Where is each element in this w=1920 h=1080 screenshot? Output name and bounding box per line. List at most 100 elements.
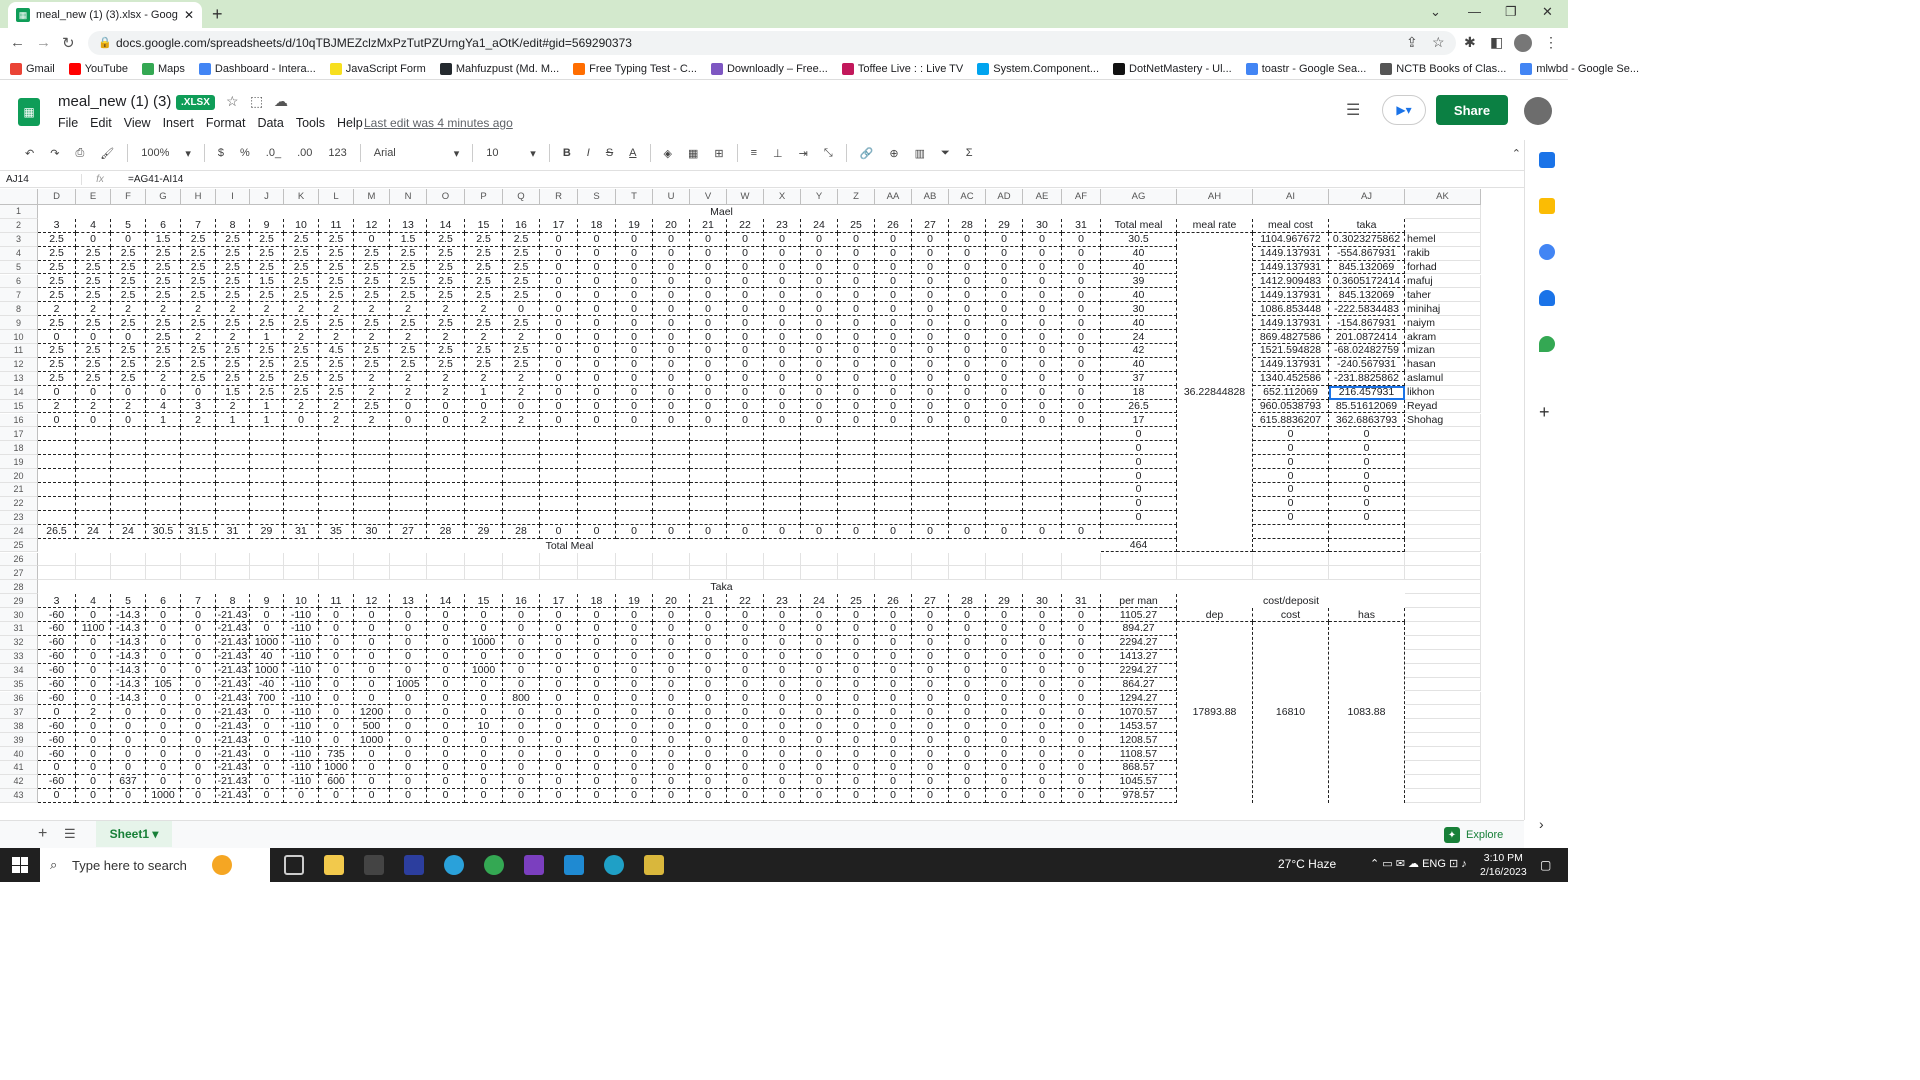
cell-t41[interactable]: 0 <box>616 761 653 775</box>
cell-i41[interactable]: -21.43 <box>216 761 250 775</box>
cell-s9[interactable]: 0 <box>578 316 616 331</box>
cell-ae13[interactable]: 0 <box>1023 371 1062 386</box>
cell-z35[interactable]: 0 <box>838 677 875 692</box>
cell-af40[interactable]: 0 <box>1062 747 1101 761</box>
cell-k41[interactable]: -110 <box>284 761 319 775</box>
cell-aa29[interactable]: 26 <box>875 594 912 609</box>
cell-k19[interactable] <box>284 455 319 470</box>
cell-j3[interactable]: 2.5 <box>250 232 284 247</box>
cell-m27[interactable] <box>354 566 390 581</box>
cell-k3[interactable]: 2.5 <box>284 232 319 247</box>
cell-ac27[interactable] <box>949 566 986 581</box>
cell-ae17[interactable] <box>1023 427 1062 442</box>
cell-g2[interactable]: 6 <box>146 218 181 233</box>
cell-v42[interactable]: 0 <box>690 774 727 789</box>
cell-i24[interactable]: 31 <box>216 524 250 539</box>
cell-w21[interactable] <box>727 483 764 497</box>
cell-z24[interactable]: 0 <box>838 524 875 539</box>
cell-x11[interactable]: 0 <box>764 344 801 358</box>
cell-ae8[interactable]: 0 <box>1023 302 1062 317</box>
cell-f33[interactable]: -14.3 <box>111 649 146 664</box>
cell-n16[interactable]: 0 <box>390 413 427 428</box>
cell-g5[interactable]: 2.5 <box>146 260 181 275</box>
cell-af41[interactable]: 0 <box>1062 761 1101 775</box>
cell-y9[interactable]: 0 <box>801 316 838 331</box>
cell-w9[interactable]: 0 <box>727 316 764 331</box>
column-header-j[interactable]: J <box>250 189 284 205</box>
cell-m4[interactable]: 2.5 <box>354 246 390 261</box>
cell-j2[interactable]: 9 <box>250 218 284 233</box>
side-panel-icon[interactable]: ◧ <box>1490 34 1503 51</box>
cell-h15[interactable]: 3 <box>181 399 216 414</box>
cell-y11[interactable]: 0 <box>801 344 838 358</box>
cell-ab12[interactable]: 0 <box>912 357 949 372</box>
keep-icon[interactable] <box>1539 198 1555 214</box>
cell-ab37[interactable]: 0 <box>912 705 949 720</box>
cell-ak14[interactable]: likhon <box>1405 385 1481 400</box>
cell-ab20[interactable] <box>912 469 949 483</box>
cell-e14[interactable]: 0 <box>76 385 111 400</box>
cell-ak7[interactable]: taher <box>1405 288 1481 303</box>
cell-q7[interactable]: 2.5 <box>503 288 540 303</box>
cell-aa27[interactable] <box>875 566 912 581</box>
cell-n6[interactable]: 2.5 <box>390 274 427 289</box>
cell-y27[interactable] <box>801 566 838 581</box>
cell-ag21[interactable]: 0 <box>1101 483 1177 497</box>
cell-j43[interactable]: 0 <box>250 788 284 803</box>
cell-g21[interactable] <box>146 483 181 497</box>
row-header[interactable]: 23 <box>0 510 38 525</box>
cell-q31[interactable]: 0 <box>503 622 540 636</box>
move-folder-icon[interactable]: ⬚ <box>250 93 263 110</box>
cell-m2[interactable]: 12 <box>354 218 390 233</box>
row-header[interactable]: 37 <box>0 705 38 720</box>
cell-r42[interactable]: 0 <box>540 774 578 789</box>
cell-ad16[interactable]: 0 <box>986 413 1023 428</box>
cell-ai17[interactable]: 0 <box>1253 427 1329 442</box>
cell-e43[interactable]: 0 <box>76 788 111 803</box>
chevron-down-icon[interactable]: ▾ <box>182 145 194 162</box>
bookmark-item[interactable]: Toffee Live : : Live TV <box>841 62 963 75</box>
cell-s7[interactable]: 0 <box>578 288 616 303</box>
cell-ac9[interactable]: 0 <box>949 316 986 331</box>
cell-x19[interactable] <box>764 455 801 470</box>
bookmark-item[interactable]: JavaScript Form <box>329 62 426 75</box>
cell-g14[interactable]: 0 <box>146 385 181 400</box>
cell-aa41[interactable]: 0 <box>875 761 912 775</box>
sheet-tab[interactable]: Sheet1 ▾ <box>96 821 172 847</box>
cell-af13[interactable]: 0 <box>1062 371 1101 386</box>
cell-d10[interactable]: 0 <box>38 330 76 344</box>
column-header-d[interactable]: D <box>38 189 76 205</box>
cell-i34[interactable]: -21.43 <box>216 663 250 678</box>
cell-o2[interactable]: 14 <box>427 218 465 233</box>
column-header-ak[interactable]: AK <box>1405 189 1481 205</box>
cell-t43[interactable]: 0 <box>616 788 653 803</box>
cell-q42[interactable]: 0 <box>503 774 540 789</box>
cell-ab23[interactable] <box>912 510 949 525</box>
cell-o6[interactable]: 2.5 <box>427 274 465 289</box>
cell-h30[interactable]: 0 <box>181 608 216 622</box>
cell-p43[interactable]: 0 <box>465 788 503 803</box>
cell-h40[interactable]: 0 <box>181 747 216 761</box>
cell-af33[interactable]: 0 <box>1062 649 1101 664</box>
cell-d34[interactable]: -60 <box>38 663 76 678</box>
taka-header[interactable]: Taka <box>38 580 1405 595</box>
cell-q18[interactable] <box>503 441 540 456</box>
cell-m33[interactable]: 0 <box>354 649 390 664</box>
cell-ab9[interactable]: 0 <box>912 316 949 331</box>
cell-p33[interactable]: 0 <box>465 649 503 664</box>
cell-r7[interactable]: 0 <box>540 288 578 303</box>
cell-e23[interactable] <box>76 510 111 525</box>
cell-s8[interactable]: 0 <box>578 302 616 317</box>
cell-t23[interactable] <box>616 510 653 525</box>
cell-l33[interactable]: 0 <box>319 649 354 664</box>
cell-j27[interactable] <box>250 566 284 581</box>
cell-l10[interactable]: 2 <box>319 330 354 344</box>
cell-y18[interactable] <box>801 441 838 456</box>
cell-ag39[interactable]: 1208.57 <box>1101 733 1177 748</box>
cell-af36[interactable]: 0 <box>1062 691 1101 706</box>
cell-ae36[interactable]: 0 <box>1023 691 1062 706</box>
cell-q24[interactable]: 28 <box>503 524 540 539</box>
cell-z27[interactable] <box>838 566 875 581</box>
cell-k43[interactable]: 0 <box>284 788 319 803</box>
cell-aj9[interactable]: -154.867931 <box>1329 316 1405 331</box>
